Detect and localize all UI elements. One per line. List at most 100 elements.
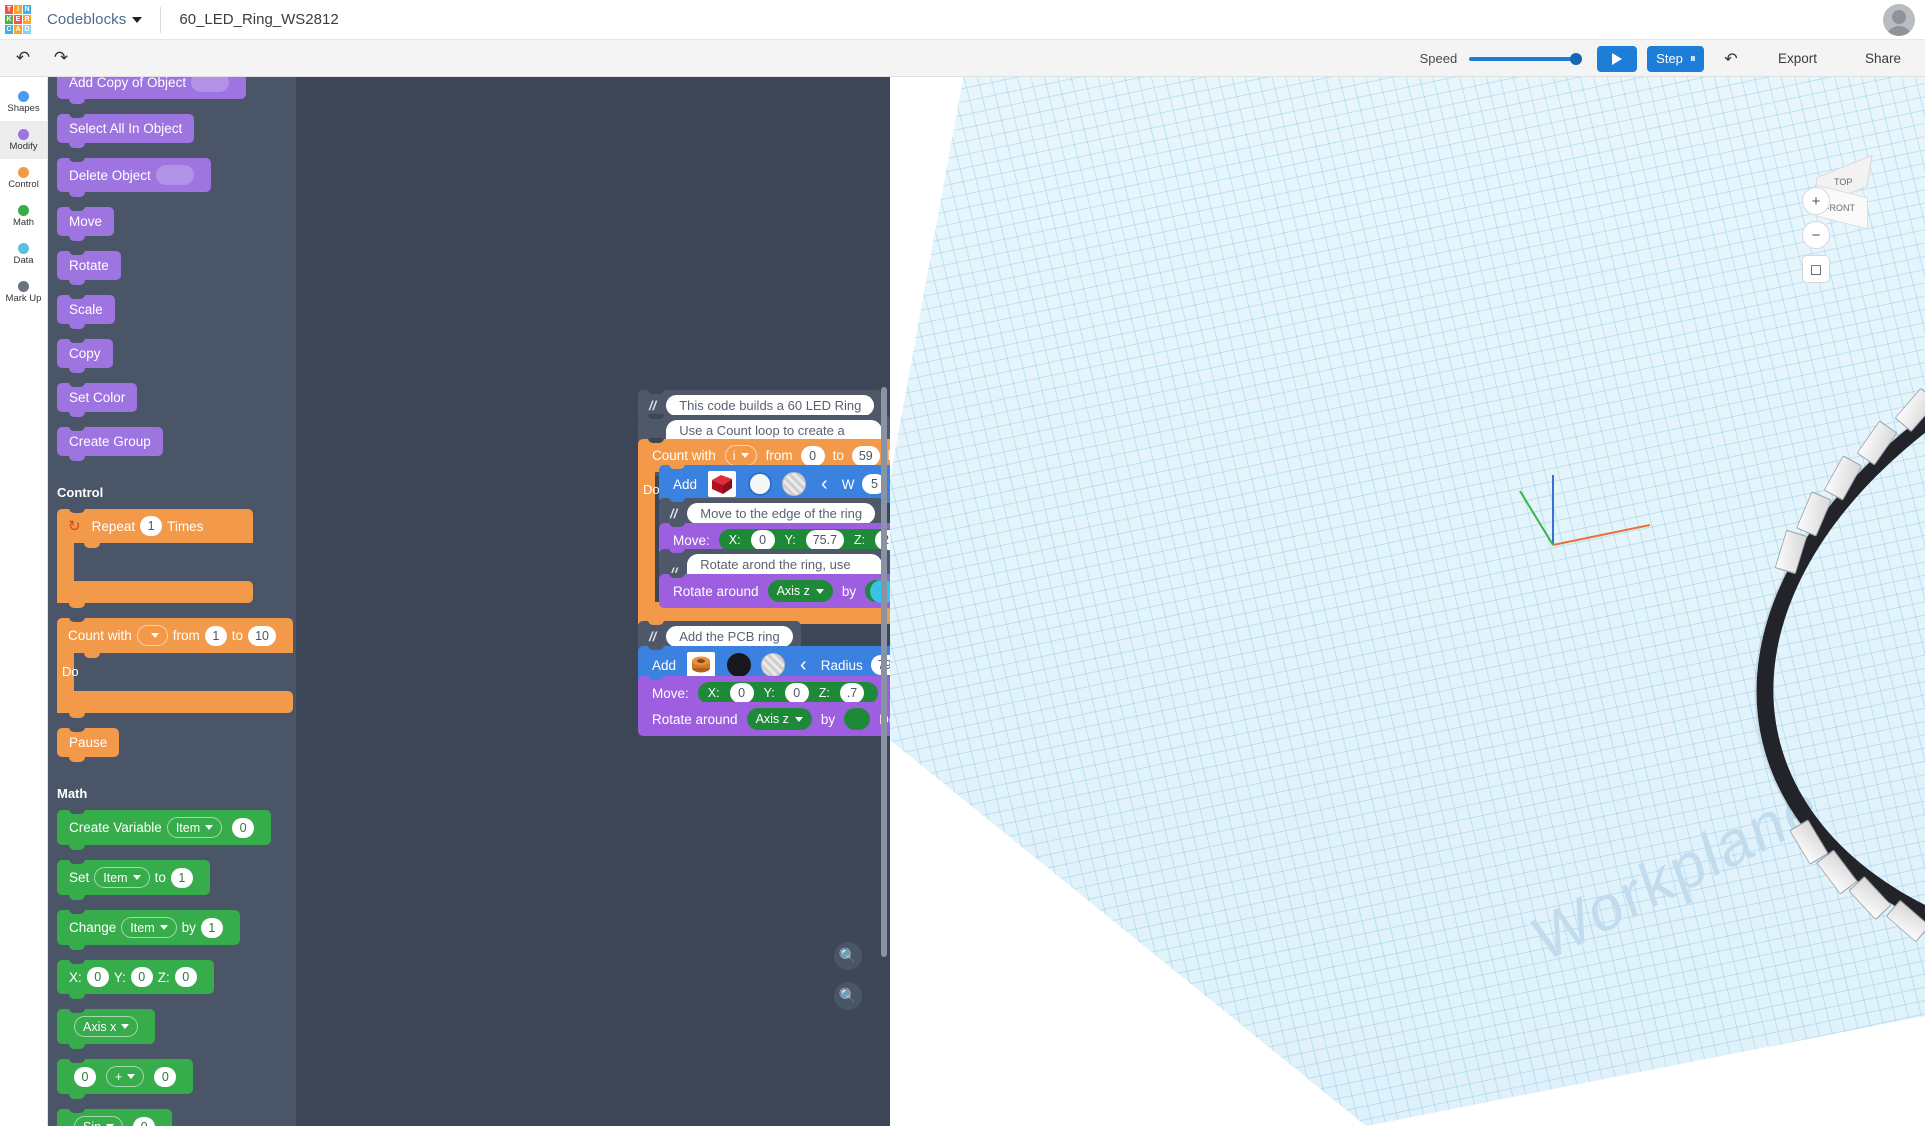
axis-dropdown[interactable]: Axis x bbox=[74, 1016, 138, 1037]
palette-block-delete-object[interactable]: Delete Object bbox=[57, 158, 211, 192]
hole-circle-icon[interactable] bbox=[782, 472, 806, 496]
undo-arrow-icon[interactable]: ↶ bbox=[8, 46, 38, 70]
rail-item-label: Mark Up bbox=[6, 293, 42, 304]
operand-b[interactable]: 0 bbox=[154, 1067, 176, 1087]
palette-block-move[interactable]: Move bbox=[57, 207, 114, 236]
reset-button[interactable]: ↶ bbox=[1716, 46, 1746, 72]
rail-item-math[interactable]: Math bbox=[0, 197, 47, 235]
red-box-icon[interactable] bbox=[708, 471, 736, 497]
speed-slider[interactable] bbox=[1469, 57, 1579, 61]
repeat-head[interactable]: ↻Repeat1Times bbox=[57, 509, 253, 543]
slider-knob[interactable] bbox=[1570, 53, 1582, 65]
set-value[interactable]: 1 bbox=[171, 868, 193, 888]
count-with-head[interactable]: Count withfrom1to10 bbox=[57, 618, 293, 653]
axis-dropdown[interactable]: Axis z bbox=[768, 580, 833, 602]
operand-a[interactable]: 0 bbox=[74, 1067, 96, 1087]
zoom-in-icon[interactable]: 🔍 bbox=[834, 942, 862, 970]
solid-black-circle-icon[interactable] bbox=[727, 653, 751, 677]
variable-dropdown[interactable]: Item bbox=[121, 917, 176, 938]
export-button[interactable]: Export bbox=[1754, 51, 1841, 66]
chevron-left-icon[interactable]: ‹ bbox=[800, 654, 807, 677]
to-value[interactable]: 10 bbox=[248, 626, 276, 646]
palette-block-create-group[interactable]: Create Group bbox=[57, 427, 163, 456]
palette-block-pause[interactable]: Pause bbox=[57, 728, 119, 757]
document-title[interactable]: 60_LED_Ring_WS2812 bbox=[179, 11, 338, 28]
code-canvas[interactable]: // This code builds a 60 LED Ring // Use… bbox=[296, 77, 890, 1126]
z-value[interactable]: 0 bbox=[175, 967, 197, 987]
zoom-in-button[interactable]: + bbox=[1802, 187, 1830, 215]
rail-item-mark-up[interactable]: Mark Up bbox=[0, 273, 47, 311]
variable-value[interactable]: 0 bbox=[232, 818, 254, 838]
y-value[interactable]: 75.7 bbox=[806, 530, 844, 550]
change-value[interactable]: 1 bbox=[201, 918, 223, 938]
rail-item-shapes[interactable]: Shapes bbox=[0, 83, 47, 121]
palette-block-xyz[interactable]: X:0Y:0Z:0 bbox=[57, 960, 214, 994]
rotate-block[interactable]: Rotate around Axis z by i * 6 Degrees fr… bbox=[659, 574, 890, 608]
loop-mouth[interactable] bbox=[74, 543, 253, 581]
rotate-block[interactable]: Rotate around Axis z by Degrees from Piv… bbox=[638, 702, 890, 736]
chevron-left-icon[interactable]: ‹ bbox=[821, 473, 828, 496]
degrees-slot[interactable] bbox=[844, 708, 870, 730]
palette-block-axis[interactable]: Axis x bbox=[57, 1009, 155, 1044]
fit-view-icon[interactable]: ◻ bbox=[1802, 255, 1830, 283]
x-value[interactable]: 0 bbox=[730, 683, 754, 703]
avatar[interactable] bbox=[1883, 4, 1915, 36]
block-input-slot[interactable] bbox=[156, 165, 194, 185]
x-value[interactable]: 0 bbox=[751, 530, 775, 550]
function-dropdown[interactable]: Sin bbox=[74, 1116, 123, 1126]
from-value[interactable]: 1 bbox=[205, 626, 227, 646]
palette-block-set-color[interactable]: Set Color bbox=[57, 383, 137, 412]
redo-arrow-icon[interactable]: ↷ bbox=[46, 46, 76, 70]
palette-block-rotate[interactable]: Rotate bbox=[57, 251, 121, 280]
rail-item-modify[interactable]: Modify bbox=[0, 121, 47, 159]
palette-block-repeat[interactable]: ↻Repeat1Times bbox=[57, 509, 253, 603]
palette-block-arithmetic[interactable]: 0 +0 bbox=[57, 1059, 193, 1094]
block-input-slot[interactable] bbox=[191, 77, 229, 92]
blocks-palette[interactable]: Add Copy of Object Select All In Object De… bbox=[48, 77, 296, 1126]
x-value[interactable]: 0 bbox=[87, 967, 109, 987]
comment-text[interactable]: Move to the edge of the ring bbox=[687, 503, 875, 524]
rail-item-data[interactable]: Data bbox=[0, 235, 47, 273]
z-value[interactable]: .7 bbox=[840, 683, 864, 703]
copper-tube-icon[interactable] bbox=[687, 652, 715, 678]
operator-dropdown[interactable]: + bbox=[106, 1066, 144, 1087]
loop-mouth[interactable] bbox=[74, 653, 293, 691]
move-xyz-group[interactable]: X: 0 Y: 75.7 Z: 2.2 bbox=[719, 529, 890, 551]
chevron-down-icon[interactable] bbox=[132, 17, 142, 23]
comment-text[interactable]: This code builds a 60 LED Ring bbox=[666, 395, 874, 416]
step-button[interactable]: Step ⏸ bbox=[1647, 46, 1704, 72]
palette-block-create-variable[interactable]: Create VariableItem0 bbox=[57, 810, 271, 845]
y-value[interactable]: 0 bbox=[131, 967, 153, 987]
variable-dropdown[interactable]: Item bbox=[167, 817, 222, 838]
palette-block-change[interactable]: ChangeItemby1 bbox=[57, 910, 240, 945]
zoom-out-icon[interactable]: 🔍 bbox=[834, 982, 862, 1010]
hole-circle-icon[interactable] bbox=[761, 653, 785, 677]
canvas-scrollbar[interactable] bbox=[881, 387, 887, 957]
zoom-out-button[interactable]: − bbox=[1802, 221, 1830, 249]
share-button[interactable]: Share bbox=[1841, 51, 1925, 66]
rail-item-control[interactable]: Control bbox=[0, 159, 47, 197]
comment-text[interactable]: Add the PCB ring bbox=[666, 626, 792, 647]
palette-block-scale[interactable]: Scale bbox=[57, 295, 115, 324]
to-value[interactable]: 59 bbox=[852, 446, 880, 466]
palette-block-set[interactable]: SetItemto1 bbox=[57, 860, 210, 895]
variable-dropdown[interactable]: Item bbox=[94, 867, 149, 888]
palette-block-trig[interactable]: Sin 0 bbox=[57, 1109, 172, 1126]
solid-circle-icon[interactable] bbox=[748, 472, 772, 496]
y-value[interactable]: 0 bbox=[785, 683, 809, 703]
play-button[interactable] bbox=[1597, 46, 1637, 72]
repeat-count[interactable]: 1 bbox=[140, 516, 162, 536]
palette-block-label: Create Group bbox=[69, 434, 151, 449]
3d-viewport[interactable]: Workplane TOP FRONT + − ◻ bbox=[890, 77, 1925, 1126]
tinkercad-logo[interactable]: TINKERCAD bbox=[5, 5, 31, 35]
axis-dropdown[interactable]: Axis z bbox=[747, 708, 812, 730]
palette-block-count-with[interactable]: Count withfrom1to10Do bbox=[57, 618, 293, 713]
from-value[interactable]: 0 bbox=[801, 446, 825, 466]
variable-dropdown[interactable] bbox=[137, 625, 168, 646]
palette-block-select-all-in-object[interactable]: Select All In Object bbox=[57, 114, 194, 143]
loop-variable-dropdown[interactable]: i bbox=[725, 445, 757, 466]
trig-value[interactable]: 0 bbox=[133, 1117, 155, 1126]
palette-block-add-copy-of-object[interactable]: Add Copy of Object bbox=[57, 77, 246, 99]
move-xyz-group[interactable]: X: 0 Y: 0 Z: .7 bbox=[698, 682, 878, 704]
palette-block-copy[interactable]: Copy bbox=[57, 339, 113, 368]
